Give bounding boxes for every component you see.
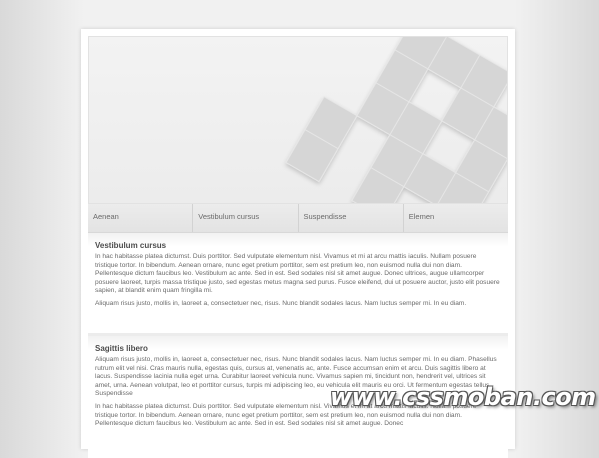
section-paragraph: In hac habitasse platea dictumst. Duis p…	[95, 253, 500, 295]
nav-item-elemen[interactable]: Elemen	[404, 204, 508, 232]
content-section-1: Vestibulum cursus In hac habitasse plate…	[88, 233, 508, 331]
watermark-logo: www.cssmoban.com	[330, 383, 596, 411]
header-graphic	[285, 37, 507, 203]
section-title: Vestibulum cursus	[95, 241, 167, 250]
nav-item-aenean[interactable]: Aenean	[88, 204, 194, 232]
section-paragraph: Aliquam risus justo, mollis in, laoreet …	[95, 299, 467, 307]
nav-item-vestibulum-cursus[interactable]: Vestibulum cursus	[193, 204, 299, 232]
main-nav: Aenean Vestibulum cursus Suspendisse Ele…	[88, 204, 508, 233]
nav-item-suspendisse[interactable]: Suspendisse	[299, 204, 404, 232]
section-title: Sagittis libero	[95, 344, 148, 353]
header-banner	[88, 36, 508, 204]
